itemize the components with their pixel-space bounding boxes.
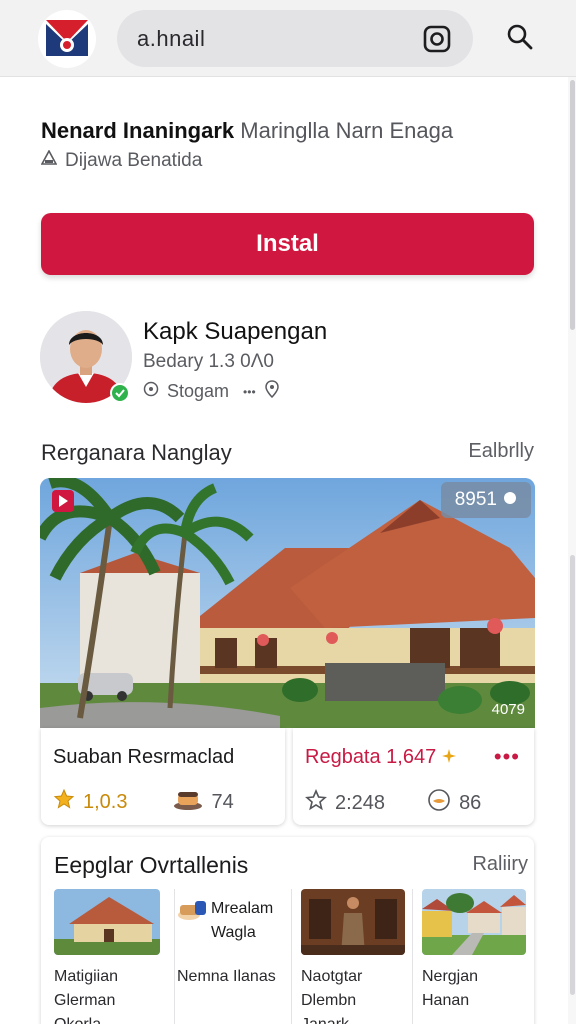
star-icon	[53, 788, 75, 816]
comment-count: 86	[459, 791, 482, 814]
section-title: Rerganara Nanglay	[41, 440, 232, 465]
comment-count: 74	[211, 790, 234, 813]
popular-item-label[interactable]: Naotgtar Dlembn Janark	[301, 965, 381, 1024]
star-outline-icon	[305, 788, 327, 817]
search-icon[interactable]	[505, 22, 535, 52]
card-title-text: Regbata 1,647	[305, 746, 437, 768]
popular-see-all-link[interactable]: Raliiry	[472, 853, 528, 876]
cake-icon	[173, 788, 203, 816]
card-title: Regbata 1,647	[305, 746, 456, 769]
popular-item-label[interactable]: Mrealam Wagla	[211, 897, 285, 945]
popular-item[interactable]: Nergjan Hanan	[422, 889, 526, 1024]
info-icon	[503, 489, 517, 511]
app-subtitle: Maringlla Narn Enaga	[240, 118, 454, 143]
image-counter: 4079	[491, 701, 525, 718]
photo-count: 8951	[454, 489, 497, 510]
photo-count-badge[interactable]: 8951	[440, 482, 531, 518]
app-title: Nenard Inaningark Maringlla Narn Enaga	[41, 118, 453, 144]
install-button[interactable]: Instal	[41, 213, 534, 275]
card-stats: 2:248 86	[305, 788, 481, 818]
top-bar: a.hnail	[0, 0, 576, 77]
profile-tags: Stogam •••	[143, 380, 280, 403]
stat-card-highlight[interactable]: Regbata 1,647 ••• 2:248 86	[293, 728, 534, 825]
popular-thumbnail[interactable]	[301, 889, 405, 955]
card-stats: 1,0.3 74	[53, 788, 234, 816]
verified-badge-icon	[110, 383, 130, 403]
app-name: Nenard Inaningark	[41, 118, 235, 143]
profile-meta: Bedary 1.3 0Λ0	[143, 351, 274, 372]
divider	[291, 889, 292, 1024]
popular-item-label[interactable]: Matigiian Glerman Okorla	[54, 965, 134, 1024]
clock-icon	[143, 381, 159, 402]
popular-item[interactable]: Matigiian Glerman Okorla	[54, 889, 160, 1024]
divider	[412, 889, 413, 1024]
popular-item-caption[interactable]: Nemna Ilanas	[177, 965, 276, 989]
divider	[174, 889, 175, 1024]
popular-item-label[interactable]: Nergjan Hanan	[422, 965, 526, 1013]
profile-name[interactable]: Kapk Suapengan	[143, 318, 327, 346]
bookmark-flag-icon[interactable]	[52, 490, 74, 512]
popular-thumbnail[interactable]	[54, 889, 160, 955]
featured-image[interactable]: 8951 4079	[40, 478, 535, 728]
developer-name[interactable]: Dijawa Benatida	[65, 150, 202, 172]
location-pin-icon[interactable]	[264, 380, 280, 403]
scrollbar-thumb[interactable]	[570, 80, 575, 330]
popular-section: Eepglar Ovrtallenis Raliiry Matigiian Gl…	[41, 837, 534, 1024]
popular-thumbnail[interactable]	[422, 889, 526, 955]
emoji-icon	[427, 788, 451, 818]
popular-item[interactable]: Mrealam Wagla Nemna Ilanas	[177, 889, 285, 1024]
search-input[interactable]: a.hnail	[137, 26, 205, 52]
warning-icon	[40, 149, 58, 172]
card-title: Suaban Resrmaclad	[53, 746, 235, 768]
section-see-all-link[interactable]: Ealbrlly	[468, 440, 534, 463]
rating-value: 2:248	[335, 791, 386, 814]
popular-item[interactable]: Naotgtar Dlembn Janark	[301, 889, 405, 1024]
rating-value: 1,0.3	[83, 790, 128, 813]
popular-header: Mrealam Wagla	[177, 897, 285, 945]
scrollbar-thumb-secondary[interactable]	[570, 555, 575, 995]
camera-icon[interactable]	[421, 23, 453, 55]
popular-title: Eepglar Ovrtallenis	[54, 852, 249, 878]
developer-row[interactable]: Dijawa Benatida	[40, 149, 202, 172]
sparkle-icon	[441, 746, 456, 768]
profile-tag[interactable]: Stogam	[167, 381, 229, 402]
cake-icon	[177, 897, 207, 926]
app-logo[interactable]	[38, 10, 96, 68]
card-more-button[interactable]: •••	[494, 744, 520, 770]
stat-card[interactable]: Suaban Resrmaclad 1,0.3 74	[41, 728, 285, 825]
search-bar[interactable]: a.hnail	[117, 10, 473, 67]
more-dots[interactable]: •••	[243, 385, 256, 399]
